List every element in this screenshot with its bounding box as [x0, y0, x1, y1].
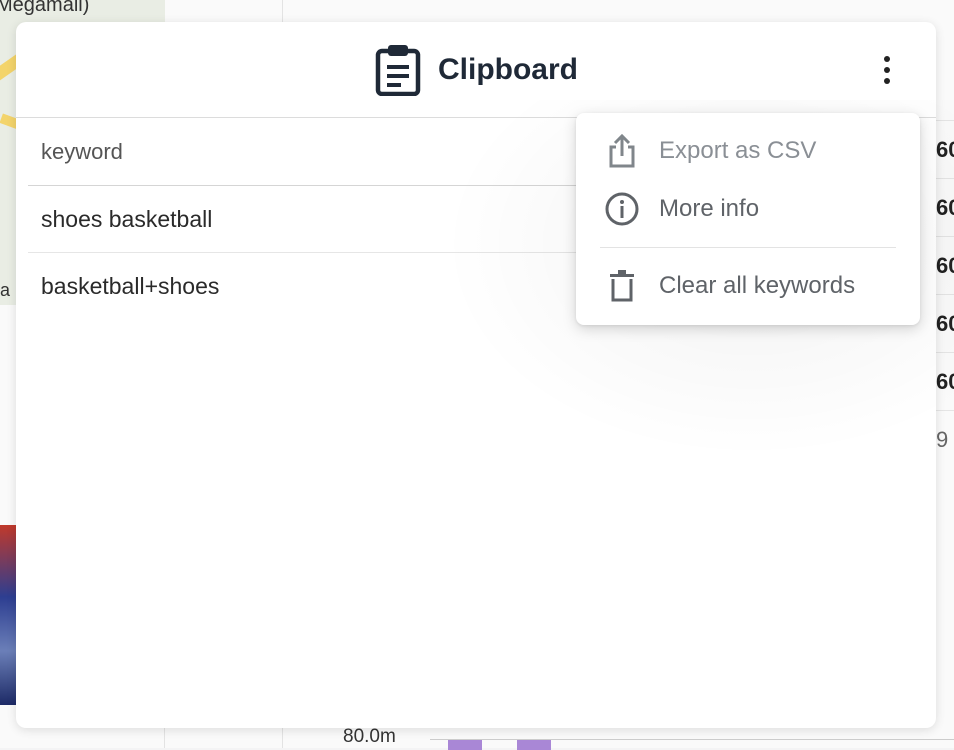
menu-divider: [600, 247, 896, 248]
background-value: 60: [936, 178, 954, 236]
menu-item-export-csv[interactable]: Export as CSV: [576, 123, 920, 179]
background-value: 60: [936, 352, 954, 410]
menu-item-more-info[interactable]: More info: [576, 181, 920, 237]
panel-header: Clipboard: [16, 22, 936, 118]
options-menu: Export as CSV More info Clear all keywor…: [576, 113, 920, 325]
clipboard-icon: [374, 44, 422, 96]
chart-axis-line: [430, 739, 954, 740]
keyword-table: keyword shoes basketball basketball+shoe…: [28, 118, 588, 319]
title-group: Clipboard: [374, 44, 578, 96]
table-row[interactable]: shoes basketball: [28, 186, 588, 253]
trash-icon: [602, 269, 642, 303]
map-label: Megamall): [0, 0, 90, 16]
chart-axis-label: 80.0m: [343, 726, 396, 747]
chart-bar: [517, 740, 551, 750]
share-export-icon: [602, 133, 642, 169]
menu-item-label: More info: [659, 195, 760, 222]
chart-bar: [448, 740, 482, 750]
menu-item-clear-keywords[interactable]: Clear all keywords: [576, 258, 920, 314]
panel-title: Clipboard: [438, 52, 578, 86]
background-value: 60: [936, 120, 954, 178]
menu-item-label: Clear all keywords: [659, 272, 856, 299]
table-row[interactable]: basketball+shoes: [28, 253, 588, 319]
column-header-keyword[interactable]: keyword: [28, 118, 588, 186]
background-value-column: 60 60 60 60 60 9: [936, 120, 954, 468]
map-fragment-text: a: [0, 280, 11, 300]
background-value: 60: [936, 236, 954, 294]
info-icon: [602, 191, 642, 227]
background-value: 9: [936, 410, 954, 468]
menu-item-label: Export as CSV: [659, 137, 817, 164]
background-value: 60: [936, 294, 954, 352]
more-vert-icon[interactable]: [880, 50, 894, 90]
